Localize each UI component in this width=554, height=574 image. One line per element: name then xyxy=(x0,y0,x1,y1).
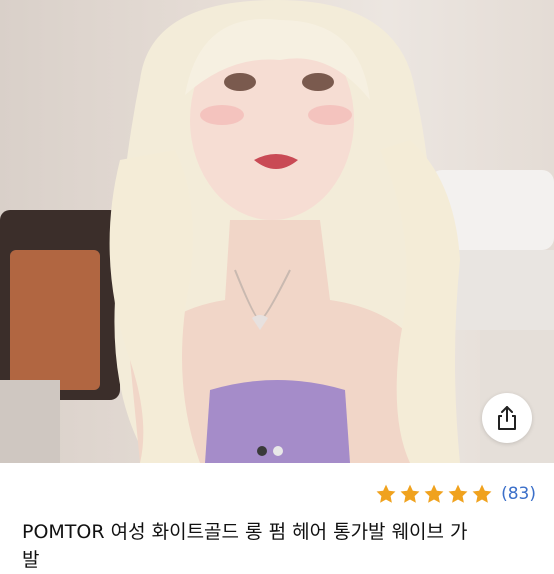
product-title-continued: 발 xyxy=(22,549,40,571)
review-count-link[interactable]: (83) xyxy=(501,484,536,504)
star-rating xyxy=(375,483,493,505)
product-title: POMTOR 여성 화이트골드 롱 펌 헤어 통가발 웨이브 가 xyxy=(22,521,468,543)
share-icon xyxy=(498,406,516,430)
star-icon xyxy=(424,484,444,503)
carousel-dot-1[interactable] xyxy=(257,446,267,456)
star-icon xyxy=(472,484,492,503)
rating[interactable]: (83) xyxy=(375,483,536,505)
star-icon xyxy=(376,484,396,503)
product-photo xyxy=(0,0,554,463)
product-image[interactable] xyxy=(0,0,554,463)
carousel-dot-2[interactable] xyxy=(273,446,283,456)
star-icon xyxy=(448,484,468,503)
star-icon xyxy=(400,484,420,503)
carousel-indicator xyxy=(257,446,283,456)
share-button[interactable] xyxy=(482,393,532,443)
